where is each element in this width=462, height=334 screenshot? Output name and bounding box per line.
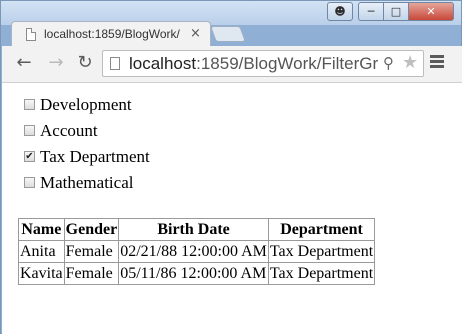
filter-tax-department: ✔ Tax Department: [24, 147, 150, 169]
employee-grid: Name Gender Birth Date Department Anita …: [18, 218, 376, 285]
table-header-row: Name Gender Birth Date Department: [18, 218, 376, 241]
filter-development: Development: [24, 95, 132, 117]
column-header-gender: Gender: [63, 218, 120, 241]
cell-name: Kavita: [18, 262, 65, 285]
back-arrow-icon[interactable]: ←: [12, 51, 36, 75]
column-header-name: Name: [18, 218, 65, 241]
cell-gender: Female: [63, 262, 120, 285]
user-profile-button[interactable]: ☻: [327, 2, 353, 21]
filter-mathematical: Mathematical: [24, 173, 133, 195]
minimize-button[interactable]: ─: [358, 2, 384, 21]
url-host: localhost: [129, 54, 197, 73]
star-icon[interactable]: ★: [402, 52, 418, 73]
table-row: Kavita Female 05/11/86 12:00:00 AM Tax D…: [18, 262, 376, 285]
url-text[interactable]: localhost:1859/BlogWork/FilterGrid: [129, 54, 379, 74]
page-icon: [110, 57, 120, 70]
cell-name: Anita: [18, 240, 65, 263]
browser-window: localhost:1859/BlogWork/ × ☻ ─ □ ✕ ← → ↻…: [0, 0, 462, 334]
browser-toolbar: ← → ↻ localhost:1859/BlogWork/FilterGrid…: [2, 46, 462, 83]
address-bar[interactable]: localhost:1859/BlogWork/FilterGrid ⚲ ★: [102, 50, 424, 77]
checkbox-mathematical[interactable]: [24, 176, 35, 188]
browser-tab-active[interactable]: localhost:1859/BlogWork/ ×: [11, 21, 211, 47]
checkbox-tax-department[interactable]: ✔: [24, 150, 35, 162]
checkbox-label: Tax Department: [40, 147, 150, 166]
cell-gender: Female: [63, 240, 120, 263]
cell-department: Tax Department: [267, 262, 376, 285]
checkbox-label: Development: [40, 95, 132, 114]
reload-icon[interactable]: ↻: [73, 51, 97, 75]
filter-account: Account: [24, 121, 98, 143]
checkbox-label: Mathematical: [40, 173, 134, 192]
forward-arrow-icon[interactable]: →: [44, 51, 68, 75]
cell-birth-date: 02/21/88 12:00:00 AM: [118, 240, 269, 263]
tab-title: localhost:1859/BlogWork/: [44, 27, 180, 41]
column-header-department: Department: [267, 218, 376, 241]
checkbox-account[interactable]: [24, 124, 35, 136]
page-content: Development Account ✔ Tax Department Math…: [2, 83, 462, 334]
zoom-icon[interactable]: ⚲: [383, 54, 394, 72]
menu-icon[interactable]: [430, 53, 444, 73]
column-header-birth-date: Birth Date: [118, 218, 269, 241]
checkbox-development[interactable]: [24, 98, 35, 110]
page-icon: [26, 28, 36, 41]
url-path: :1859/BlogWork/FilterGrid: [196, 54, 379, 73]
new-tab-button[interactable]: [210, 26, 246, 42]
cell-birth-date: 05/11/86 12:00:00 AM: [118, 262, 269, 285]
close-window-button[interactable]: ✕: [408, 2, 454, 21]
tab-close-button[interactable]: ×: [190, 26, 201, 41]
cell-department: Tax Department: [267, 240, 376, 263]
checkbox-label: Account: [40, 121, 98, 140]
table-row: Anita Female 02/21/88 12:00:00 AM Tax De…: [18, 240, 376, 263]
maximize-button[interactable]: □: [383, 2, 409, 21]
